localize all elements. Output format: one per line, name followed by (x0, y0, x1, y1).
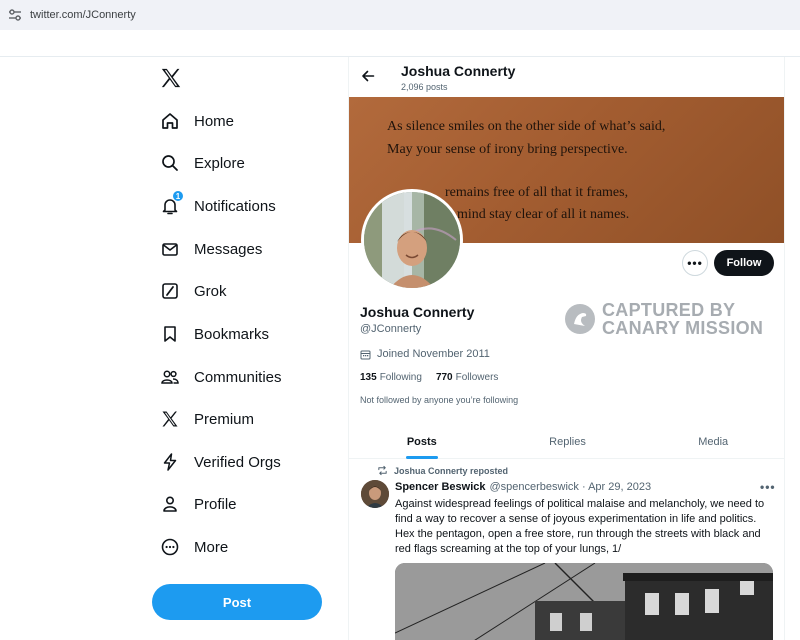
banner-text-line: remains free of all that it frames, (445, 185, 629, 200)
nav-home-label: Home (194, 112, 235, 130)
people-icon (160, 367, 180, 387)
banner-text-line: May your sense of irony bring perspectiv… (387, 142, 628, 157)
canary-mission-watermark: CAPTURED BY CANARY MISSION (565, 301, 763, 337)
profile-display-name: Joshua Connerty (360, 304, 475, 320)
nav-grok[interactable]: Grok (160, 276, 227, 306)
header-post-count: 2,096 posts (401, 82, 448, 92)
tweet-author-avatar[interactable] (361, 480, 389, 508)
nav-communities[interactable]: Communities (160, 362, 282, 392)
tab-replies[interactable]: Replies (495, 425, 641, 458)
page-top-spacer (0, 30, 800, 57)
joined-date: Joined November 2011 (360, 348, 490, 360)
not-followed-note: Not followed by anyone you’re following (360, 395, 519, 405)
search-icon (160, 153, 180, 173)
profile-avatar[interactable] (361, 189, 463, 291)
nav-verified-orgs[interactable]: Verified Orgs (160, 447, 281, 477)
profile-handle: @JConnerty (360, 323, 422, 335)
envelope-icon (160, 239, 180, 259)
nav-premium[interactable]: Premium (160, 404, 254, 434)
tweet-author-name[interactable]: Spencer Beswick (395, 481, 486, 493)
bell-icon: 1 (160, 190, 184, 216)
calendar-icon (360, 350, 371, 359)
grok-icon (160, 281, 180, 301)
back-arrow-icon[interactable] (361, 69, 375, 83)
more-options-button[interactable]: ••• (682, 250, 708, 276)
profile-header-bar: Joshua Connerty 2,096 posts (349, 57, 784, 97)
watermark-line-2: CANARY MISSION (602, 318, 764, 338)
site-settings-icon[interactable] (8, 8, 22, 22)
banner-text-line: As silence smiles on the other side of w… (387, 119, 666, 134)
followers-link[interactable]: 770 Followers (436, 372, 498, 383)
nav-bookmarks-label: Bookmarks (194, 325, 270, 343)
repost-icon (378, 465, 387, 476)
repost-indicator: Joshua Connerty reposted (377, 465, 508, 476)
nav-messages-label: Messages (194, 240, 263, 258)
nav-home[interactable]: Home (160, 106, 234, 136)
nav-bookmarks[interactable]: Bookmarks (160, 319, 269, 349)
tab-media[interactable]: Media (640, 425, 784, 458)
tab-posts[interactable]: Posts (349, 425, 495, 459)
follow-stats: 135 Following 770 Followers (360, 372, 498, 383)
tweet-text: Against widespread feelings of political… (395, 498, 765, 555)
bookmark-icon (160, 324, 180, 344)
profile-tabs: Posts Replies Media (349, 425, 784, 459)
followers-count: 770 (435, 372, 453, 383)
profile-column: Joshua Connerty 2,096 posts As silence s… (348, 57, 785, 640)
following-link[interactable]: 135 Following (360, 372, 422, 383)
nav-notifications[interactable]: 1 Notifications (160, 190, 276, 221)
nav-profile-label: Profile (194, 495, 237, 513)
nav-grok-label: Grok (194, 282, 227, 300)
nav-notifications-label: Notifications (194, 197, 276, 215)
nav-explore-label: Explore (194, 154, 245, 172)
tweet-author-handle[interactable]: @spencerbeswick · Apr 29, 2023 (490, 481, 652, 493)
nav-premium-label: Premium (194, 410, 255, 428)
post-button[interactable]: Post (152, 584, 322, 620)
person-icon (160, 494, 180, 514)
reposted-by-text[interactable]: Joshua Connerty reposted (394, 466, 508, 476)
nav-verified-orgs-label: Verified Orgs (194, 453, 281, 471)
more-circle-icon (160, 537, 180, 557)
tweet-header: Spencer Beswick @spencerbeswick · Apr 29… (395, 481, 651, 493)
canary-logo-icon (565, 304, 595, 334)
url-text[interactable]: twitter.com/JConnerty (30, 9, 136, 21)
nav-communities-label: Communities (194, 368, 282, 386)
browser-address-bar[interactable]: twitter.com/JConnerty (0, 0, 800, 30)
tweet-more-icon[interactable]: ••• (760, 480, 776, 494)
nav-more[interactable]: More (160, 532, 228, 562)
follow-button[interactable]: Follow (714, 250, 774, 276)
x-logo-icon (160, 409, 180, 429)
nav-messages[interactable]: Messages (160, 234, 262, 264)
nav-explore[interactable]: Explore (160, 148, 245, 178)
joined-date-text: Joined November 2011 (377, 348, 490, 360)
following-count: 135 (360, 372, 377, 383)
nav-profile[interactable]: Profile (160, 489, 237, 519)
tweet-media-image[interactable] (395, 563, 773, 640)
watermark-line-1: CAPTURED BY (602, 300, 736, 320)
following-label: Following (379, 372, 422, 383)
x-logo-icon[interactable] (160, 67, 182, 89)
lightning-icon (160, 452, 180, 472)
home-icon (160, 111, 180, 131)
ellipsis-icon: ••• (687, 256, 703, 270)
notification-count-badge: 1 (172, 190, 184, 202)
nav-more-label: More (194, 538, 229, 556)
left-sidebar: Home Explore 1 Notifications Messages Gr… (150, 57, 340, 640)
header-display-name: Joshua Connerty (401, 63, 516, 79)
banner-text-line: mind stay clear of all it names. (457, 207, 630, 222)
followers-label: Followers (455, 372, 499, 383)
